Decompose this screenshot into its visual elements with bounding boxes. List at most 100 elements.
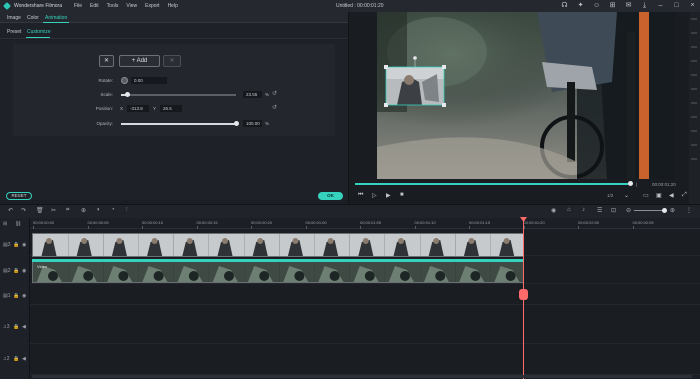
position-reset-icon[interactable]: ↺ [272, 104, 277, 111]
clip-thumbnail [314, 260, 350, 282]
crop-icon[interactable]: ⌗ [66, 207, 69, 214]
zoom-icon[interactable]: ⊕ [81, 207, 86, 214]
lock-icon[interactable]: 🔒 [13, 242, 19, 248]
monitor-icon[interactable]: ▭ [643, 192, 649, 199]
speaker-icon[interactable]: ◀ [22, 324, 26, 330]
tab-color[interactable]: Color [27, 15, 39, 21]
strip-mark [691, 74, 697, 76]
track-row [30, 285, 700, 305]
tab-image[interactable]: Image [7, 15, 21, 21]
speaker-icon[interactable]: ◀ [22, 356, 26, 362]
play-icon[interactable]: ▶ [386, 192, 391, 199]
volume-icon[interactable]: ◀ [669, 192, 674, 199]
opacity-slider-handle[interactable] [234, 121, 239, 126]
redo-icon[interactable]: ↷ [21, 207, 26, 214]
mic-icon[interactable]: ♪ [582, 207, 585, 213]
playhead-marker[interactable] [519, 289, 528, 300]
download-icon[interactable]: ⤓ [641, 2, 648, 9]
lock-icon[interactable]: 🔒 [13, 268, 19, 274]
video-clip[interactable]: Video [32, 259, 524, 283]
position-y-value[interactable]: 26.5 [160, 105, 182, 112]
preview-video [377, 12, 675, 179]
ruler-tick [142, 226, 143, 229]
user-icon[interactable]: ☺ [593, 2, 600, 9]
menu-file[interactable]: File [74, 3, 82, 9]
opacity-slider-fill [121, 123, 236, 125]
stop-icon[interactable]: ■ [400, 192, 404, 198]
scale-value[interactable]: 23.55 [243, 91, 262, 98]
add-keyframe-button[interactable]: + Add [119, 55, 160, 67]
subtab-customize[interactable]: Customize [27, 29, 51, 35]
link-icon[interactable]: ⛓ [15, 221, 21, 227]
rotate-dial[interactable] [121, 77, 128, 84]
fullscreen-icon[interactable]: ⤢ [682, 192, 687, 199]
playback-progress [355, 183, 629, 185]
menu-export[interactable]: Export [145, 3, 159, 9]
minimize-icon[interactable]: – [657, 2, 664, 9]
clip-thumbnail [244, 234, 280, 256]
color-icon[interactable]: ◑ [96, 207, 100, 213]
headphones-icon[interactable]: ☊ [561, 2, 568, 9]
add-track-icon[interactable]: ⊞ [3, 221, 7, 227]
lock-icon[interactable]: 🔒 [13, 324, 19, 330]
screenshot-icon[interactable]: ▣ [656, 192, 662, 199]
prev-keyframe-button[interactable]: ✕ [99, 55, 114, 67]
menu-tools[interactable]: Tools [107, 3, 119, 9]
audio-mixer-icon[interactable]: ⫶ [126, 207, 128, 214]
list-icon[interactable]: ☰ [597, 207, 602, 214]
speed-icon[interactable]: ◔ [111, 207, 115, 213]
opacity-value[interactable]: 100.00 [243, 120, 262, 127]
menu-edit[interactable]: Edit [90, 3, 99, 9]
scale-slider[interactable] [121, 94, 236, 96]
strip-mark [691, 130, 697, 132]
playback-scrubber-handle[interactable] [628, 181, 633, 186]
close-icon[interactable]: × [689, 2, 696, 9]
cart-icon[interactable]: ⊞ [609, 2, 616, 9]
ok-button[interactable]: OK [318, 192, 343, 200]
lock-icon[interactable]: 🔒 [13, 293, 19, 299]
menu-help[interactable]: Help [168, 3, 178, 9]
eye-icon[interactable]: ◉ [22, 242, 26, 248]
snapshot-icon[interactable]: ⊡ [611, 207, 616, 214]
ruler-tick-label: 00:00:00:10 [142, 220, 164, 225]
scale-reset-icon[interactable]: ↺ [272, 90, 277, 97]
timeline-scrollbar[interactable] [32, 375, 692, 378]
menu-view[interactable]: View [126, 3, 137, 9]
editor-tabs: Image Color Animation [0, 12, 348, 23]
subtab-preset[interactable]: Preset [7, 29, 21, 35]
ruler-tick [196, 226, 198, 229]
render-icon[interactable]: ◉ [551, 207, 556, 214]
clip-thumbnail [33, 234, 68, 256]
play-reverse-icon[interactable]: ▷ [372, 192, 377, 199]
lock-icon[interactable]: 🔒 [13, 356, 19, 362]
next-keyframe-button[interactable]: ✕ [163, 55, 181, 67]
clip-thumbnail [138, 260, 174, 282]
reset-button[interactable]: RESET [6, 192, 32, 200]
ruler-tick-label: 00:00:02:00 [578, 220, 600, 225]
tab-animation[interactable]: Animation [45, 15, 67, 21]
mail-icon[interactable]: ✉ [625, 2, 632, 9]
rotate-value[interactable]: 0.00 [131, 77, 167, 84]
timeline-zoom-handle[interactable] [662, 208, 667, 213]
maximize-icon[interactable]: □ [673, 2, 680, 9]
chevron-down-icon[interactable]: ⌄ [624, 192, 629, 199]
zoom-out-icon[interactable]: ⊖ [626, 207, 631, 214]
ruler-tick-label: 00:00:01:00 [305, 220, 327, 225]
scale-slider-handle[interactable] [124, 92, 130, 97]
eye-icon[interactable]: ◉ [22, 293, 26, 299]
overlay-clip-thumbnails [33, 234, 523, 256]
overlay-clip[interactable] [32, 233, 524, 257]
delete-icon[interactable]: 🗑 [36, 207, 44, 214]
lightbulb-icon[interactable]: ✦ [577, 2, 584, 9]
position-x-value[interactable]: -313.8 [127, 105, 149, 112]
marker-icon[interactable]: ⌂ [567, 207, 571, 213]
eye-icon[interactable]: ◉ [22, 268, 26, 274]
zoom-in-icon[interactable]: ⊕ [670, 207, 675, 214]
clip-thumbnail [385, 260, 420, 282]
ruler-tick [469, 226, 470, 229]
step-back-icon[interactable]: ⏮ [358, 192, 363, 199]
undo-icon[interactable]: ↶ [8, 207, 13, 214]
expand-icon[interactable]: ⋮ [686, 207, 692, 214]
strip-mark [691, 46, 697, 48]
cut-icon[interactable]: ✂ [51, 207, 56, 214]
